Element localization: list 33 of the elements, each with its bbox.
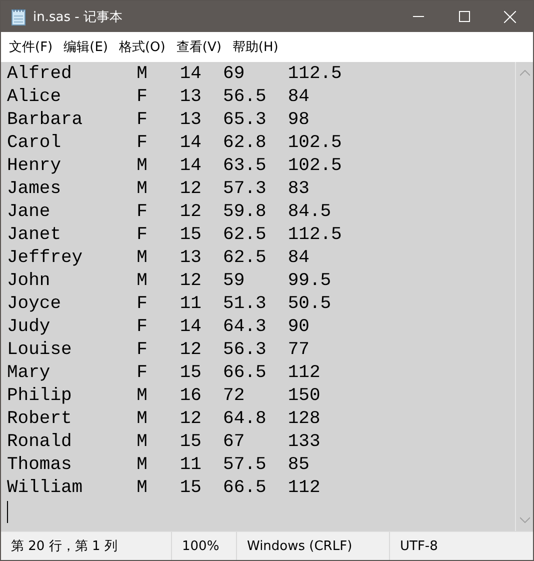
menu-item[interactable]: 帮助(H)	[227, 38, 284, 56]
menu-item[interactable]: 查看(V)	[171, 38, 226, 56]
zoom-level: 100%	[182, 538, 220, 554]
text-line: Jeffrey M 13 62.5 84	[7, 247, 310, 270]
window-title: in.sas - 记事本	[33, 8, 124, 26]
maximize-icon[interactable]	[458, 11, 470, 22]
menu-item[interactable]: 格式(O)	[114, 38, 170, 56]
text-line: Judy F 14 64.3 90	[7, 316, 310, 339]
text-line: John M 12 59 99.5	[7, 270, 332, 293]
cursor-position: 第 20 行，第 1 列	[11, 538, 118, 555]
encoding: UTF-8	[400, 538, 438, 554]
text-line: Barbara F 13 65.3 98	[7, 109, 310, 132]
notepad-icon	[11, 8, 26, 26]
text-line: Jane F 12 59.8 84.5	[7, 201, 332, 224]
text-line: Carol F 14 62.8 102.5	[7, 132, 343, 155]
text-line: Robert M 12 64.8 128	[7, 408, 322, 431]
text-line: Janet F 15 62.5 112.5	[7, 224, 343, 247]
text-cursor	[7, 501, 8, 523]
text-line: Henry M 14 63.5 102.5	[7, 155, 343, 178]
text-line: William M 15 66.5 112	[7, 477, 322, 500]
text-line: Alice F 13 56.5 84	[7, 86, 310, 109]
text-line: Alfred M 14 69 112.5	[7, 63, 343, 86]
text-line: Thomas M 11 57.5 85	[7, 454, 310, 477]
line-ending: Windows (CRLF)	[247, 538, 352, 554]
close-icon[interactable]	[504, 10, 516, 22]
text-line: Mary F 15 66.5 112	[7, 362, 322, 385]
text-line: Joyce F 11 51.3 50.5	[7, 293, 332, 316]
text-line: Louise F 12 56.3 77	[7, 339, 310, 362]
text-line: Ronald M 15 67 133	[7, 431, 322, 454]
menu-item[interactable]: 文件(F)	[4, 38, 58, 56]
menu-item[interactable]: 编辑(E)	[58, 38, 113, 56]
text-line: Philip M 16 72 150	[7, 385, 322, 408]
text-line: James M 12 57.3 83	[7, 178, 310, 201]
